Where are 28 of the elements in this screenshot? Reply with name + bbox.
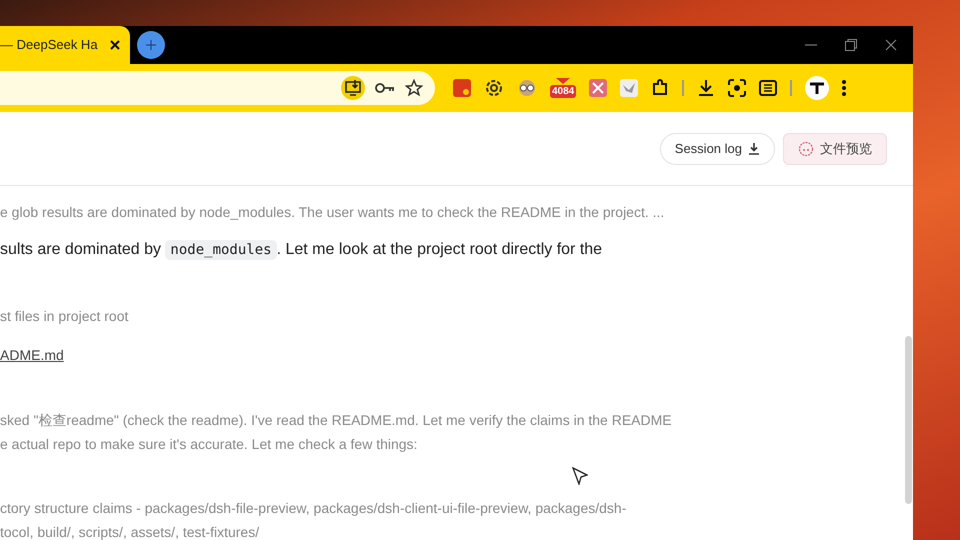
new-tab-button[interactable] <box>137 31 165 59</box>
file-preview-button[interactable]: 文件预览 <box>783 132 887 164</box>
download-icon[interactable] <box>697 79 716 97</box>
mouse-cursor-icon <box>572 467 588 485</box>
thinking-text: e glob results are dominated by node_modules. The user wants me to check the README in the project. ... <box>0 203 664 222</box>
screenshot-icon[interactable] <box>728 79 746 97</box>
file-link[interactable]: ADME.md <box>0 345 64 366</box>
download-icon <box>748 142 760 154</box>
key-icon[interactable] <box>375 82 395 94</box>
reader-icon[interactable] <box>759 79 778 97</box>
tool-call-label: st files in project root <box>0 307 130 326</box>
plus-icon <box>146 40 156 50</box>
extension-icon[interactable] <box>589 79 608 97</box>
close-icon[interactable] <box>885 39 897 51</box>
close-icon[interactable] <box>110 40 120 50</box>
assistant-message: sults are dominated by node_modules . Let me look at the project root directly for the <box>0 239 604 262</box>
restore-icon[interactable] <box>845 39 857 51</box>
more-icon[interactable] <box>842 80 846 96</box>
install-app-icon[interactable] <box>341 76 365 100</box>
scrollbar-thumb[interactable] <box>905 336 912 504</box>
session-log-button[interactable]: Session log <box>660 132 775 164</box>
extension-icon[interactable] <box>453 79 471 97</box>
face-icon <box>798 140 814 156</box>
star-icon[interactable] <box>405 79 423 97</box>
thinking-text: ctory structure claims - packages/dsh-file-preview, packages/dsh-client-ui-file-preview, packages/dsh- tocol, build/, scripts/, assets/, test-fixtures/ <box>0 499 626 540</box>
avatar-icon[interactable] <box>805 76 830 100</box>
thinking-text: sked "检查readme" (check the readme). I've read the README.md. Let me verify the claims in the README e actual repo to make sure it's accurate. Let me check a few things: <box>0 411 672 454</box>
browser-tab[interactable]: — DeepSeek Ha <box>0 26 130 64</box>
